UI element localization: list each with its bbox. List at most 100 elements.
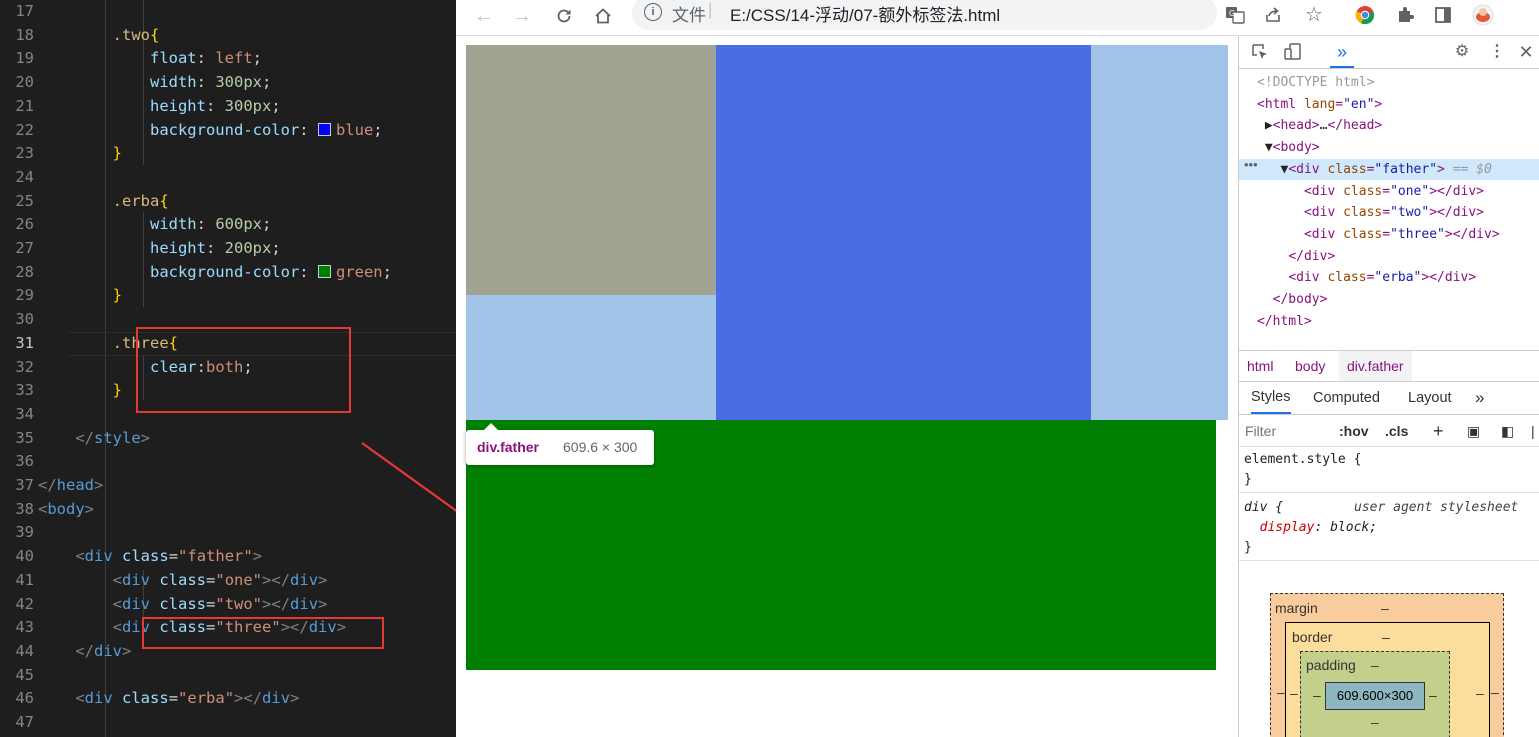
info-icon[interactable]: i [644, 3, 662, 21]
paint-icon[interactable]: ▣ [1467, 416, 1480, 446]
close-devtools-icon[interactable]: ✕ [1514, 40, 1538, 64]
more-options-icon[interactable]: ⋮ [1485, 40, 1509, 64]
back-button[interactable]: ← [470, 2, 498, 30]
code-line[interactable]: 18 .two{ [0, 24, 456, 48]
code-line[interactable]: 27 height: 200px; [0, 237, 456, 261]
more-tabs-icon[interactable]: » [1330, 40, 1354, 68]
code-line[interactable]: 21 height: 300px; [0, 95, 456, 119]
box-model-border[interactable]: border – – – padding – – – 609.600×300 – [1285, 622, 1490, 737]
code-line[interactable]: 19 float: left; [0, 47, 456, 71]
dom-node-row[interactable]: <div class="two"></div> [1239, 202, 1539, 224]
border-left-value[interactable]: – [1290, 685, 1298, 701]
dom-node-row[interactable]: </html> [1239, 311, 1539, 333]
code-line[interactable]: 20 width: 300px; [0, 71, 456, 95]
line-number: 24 [15, 167, 34, 186]
code-line[interactable]: 26 width: 600px; [0, 213, 456, 237]
display-property[interactable]: display [1260, 520, 1315, 535]
styles-filter-input[interactable] [1243, 420, 1327, 442]
toggle-sidebar-icon[interactable]: ◧ [1501, 416, 1514, 446]
line-number: 41 [15, 570, 34, 589]
breadcrumb-html[interactable]: html [1247, 351, 1273, 381]
code-line[interactable]: 29 } [0, 284, 456, 308]
rule-divider [1239, 560, 1539, 561]
breadcrumb-div-father[interactable]: div.father [1339, 351, 1412, 381]
avatar[interactable] [1470, 2, 1496, 28]
code-line[interactable]: 28 background-color: green; [0, 261, 456, 285]
padding-top-value[interactable]: – [1371, 657, 1379, 673]
chrome-icon[interactable] [1352, 2, 1378, 28]
dom-node-row[interactable]: ▼<body> [1239, 137, 1539, 159]
url-text[interactable]: E:/CSS/14-浮动/07-额外标签法.html [730, 1, 1000, 26]
dom-node-row[interactable]: </body> [1239, 289, 1539, 311]
device-toolbar-icon[interactable] [1281, 40, 1305, 64]
code-line[interactable]: 24 [0, 166, 456, 190]
dom-node-row[interactable]: ▼<div class="father"> == $0 [1239, 158, 1539, 181]
breadcrumb-body[interactable]: body [1295, 351, 1325, 381]
element-style-rule[interactable]: element.style { } [1244, 450, 1361, 490]
code-text: .erba{ [112, 191, 169, 210]
address-bar[interactable]: i 文件 | E:/CSS/14-浮动/07-额外标签法.html [632, 0, 1217, 30]
code-editor[interactable]: 17 18 .two{19 float: left; 20 width: 300px… [0, 0, 456, 737]
tab-computed[interactable]: Computed [1313, 382, 1380, 414]
dom-node-row[interactable]: ▶<head>…</head> [1239, 115, 1539, 137]
omnibox-separator: | [708, 0, 713, 19]
settings-gear-icon[interactable]: ⚙ [1450, 40, 1474, 64]
margin-right-value[interactable]: – [1491, 684, 1499, 700]
code-line[interactable]: 41 <div class="one"></div> [0, 569, 456, 593]
dom-node-row[interactable]: <!DOCTYPE html> [1239, 72, 1539, 94]
share-icon[interactable] [1260, 2, 1286, 28]
padding-left-value[interactable]: – [1313, 687, 1321, 703]
dom-node-row[interactable]: </div> [1239, 246, 1539, 268]
add-rule-icon[interactable]: + [1433, 416, 1444, 446]
line-number: 44 [15, 641, 34, 660]
tab-layout[interactable]: Layout [1408, 382, 1452, 414]
box-model-content[interactable]: 609.600×300 [1325, 682, 1425, 710]
forward-button[interactable]: → [508, 2, 536, 30]
translate-icon[interactable]: G [1222, 2, 1248, 28]
sidepanel-icon[interactable] [1430, 2, 1456, 28]
inspect-element-icon[interactable] [1248, 40, 1272, 64]
code-line[interactable]: 25 .erba{ [0, 190, 456, 214]
dom-node-row[interactable]: <div class="one"></div> [1239, 181, 1539, 203]
line-number: 36 [15, 452, 34, 471]
border-right-value[interactable]: – [1476, 685, 1484, 701]
line-number: 46 [15, 689, 34, 708]
hov-toggle[interactable]: :hov [1339, 416, 1369, 446]
line-number: 32 [15, 357, 34, 376]
tab-more[interactable]: » [1475, 382, 1484, 414]
code-line[interactable]: 46 <div class="erba"></div> [0, 687, 456, 711]
cls-toggle[interactable]: .cls [1385, 416, 1408, 446]
star-icon[interactable]: ☆ [1301, 2, 1327, 28]
dom-node-row[interactable]: <html lang="en"> [1239, 94, 1539, 116]
border-top-value[interactable]: – [1382, 629, 1390, 645]
margin-top-value[interactable]: – [1381, 600, 1389, 616]
extensions-icon[interactable] [1392, 2, 1418, 28]
code-line[interactable]: 40 <div class="father"> [0, 545, 456, 569]
home-button[interactable] [589, 2, 617, 30]
line-number: 40 [15, 547, 34, 566]
reload-button[interactable] [550, 2, 578, 30]
code-line[interactable]: 23 } [0, 142, 456, 166]
highlight-box-three-rule [136, 327, 351, 413]
code-line[interactable]: 17 [0, 0, 456, 24]
code-line[interactable]: 45 [0, 664, 456, 688]
code-line[interactable]: 22 background-color: blue; [0, 119, 456, 143]
code-line[interactable]: 47 [0, 711, 456, 735]
display-value[interactable]: block; [1330, 520, 1377, 535]
code-line[interactable]: 42 <div class="two"></div> [0, 593, 456, 617]
div-two [716, 45, 1091, 420]
overflow-icon[interactable]: | [1531, 416, 1535, 446]
padding-bottom-value[interactable]: – [1371, 714, 1379, 730]
line-number: 27 [15, 239, 34, 257]
dom-node-row[interactable]: <div class="three"></div> [1239, 224, 1539, 246]
tooltip-element-name: div.father [477, 439, 539, 455]
box-model-padding[interactable]: padding – – – 609.600×300 – [1300, 651, 1450, 737]
box-model-margin[interactable]: margin – – – border – – – padding – – – … [1270, 593, 1504, 737]
tab-styles[interactable]: Styles [1251, 382, 1291, 414]
code-text: </div> [75, 641, 132, 660]
padding-right-value[interactable]: – [1429, 687, 1437, 703]
margin-left-value[interactable]: – [1277, 684, 1285, 700]
selected-node-ellipsis-icon[interactable]: ••• [1244, 157, 1258, 172]
line-number: 19 [15, 49, 34, 68]
dom-node-row[interactable]: <div class="erba"></div> [1239, 267, 1539, 289]
